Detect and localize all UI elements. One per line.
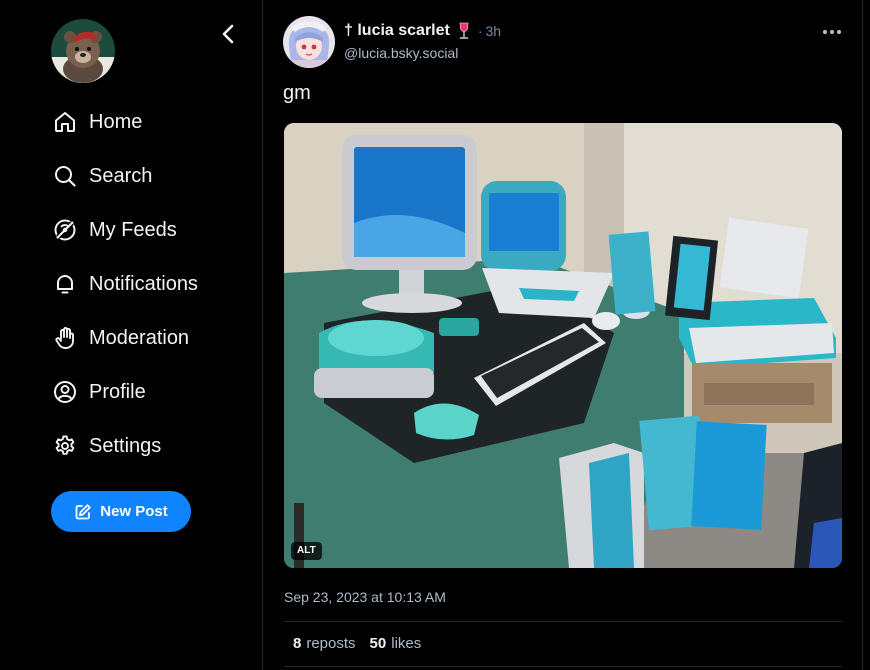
- author-handle[interactable]: @lucia.bsky.social: [344, 45, 458, 61]
- reposts-count: 8: [293, 635, 302, 652]
- nav-label-home: Home: [89, 110, 143, 133]
- author-avatar[interactable]: [283, 16, 335, 68]
- more-dots-icon: [822, 29, 842, 35]
- author-display-name[interactable]: † lucia scarlet: [344, 22, 450, 40]
- chevron-left-icon: [222, 24, 234, 44]
- current-user-avatar[interactable]: [51, 19, 115, 83]
- nav-item-my-feeds[interactable]: My Feeds: [51, 203, 198, 257]
- feed-right-border: [862, 0, 863, 670]
- nav-label-search: Search: [89, 164, 153, 187]
- bell-icon: [51, 270, 79, 298]
- alt-text-badge[interactable]: ALT: [291, 542, 322, 560]
- wine-glass-icon: [456, 22, 472, 40]
- nav-label-settings: Settings: [89, 434, 162, 457]
- post-thread-view: † lucia scarlet · 3h @lucia.bsky.social …: [263, 0, 862, 670]
- hand-icon: [51, 324, 79, 352]
- feeds-icon: [51, 216, 79, 244]
- author-line: † lucia scarlet · 3h: [344, 22, 501, 40]
- reposts-count-link[interactable]: 8 reposts: [293, 635, 356, 652]
- nav-label-notifications: Notifications: [89, 272, 198, 295]
- post-timestamp: Sep 23, 2023 at 10:13 AM: [284, 589, 446, 605]
- stats-bottom-divider: [284, 666, 842, 667]
- home-icon: [51, 108, 79, 136]
- new-post-label: New Post: [100, 503, 168, 520]
- meta-separator: ·: [477, 23, 483, 39]
- nav-item-notifications[interactable]: Notifications: [51, 257, 198, 311]
- post-relative-time[interactable]: 3h: [486, 23, 502, 39]
- likes-count: 50: [369, 635, 387, 652]
- collapse-sidebar-button[interactable]: [216, 22, 240, 46]
- left-sidebar: Home Search My Feeds Notifications Moder…: [0, 0, 262, 670]
- nav-item-moderation[interactable]: Moderation: [51, 311, 198, 365]
- user-icon: [51, 378, 79, 406]
- nav-item-profile[interactable]: Profile: [51, 365, 198, 419]
- stats-divider: [284, 621, 842, 622]
- main-nav: Home Search My Feeds Notifications Moder…: [51, 95, 198, 473]
- search-icon: [51, 162, 79, 190]
- nav-item-search[interactable]: Search: [51, 149, 198, 203]
- compose-icon: [74, 503, 92, 521]
- nav-label-profile: Profile: [89, 380, 146, 403]
- post-text: gm: [283, 82, 311, 104]
- gear-icon: [51, 432, 79, 460]
- nav-label-moderation: Moderation: [89, 326, 190, 349]
- engagement-stats: 8 reposts 50 likes: [293, 635, 435, 652]
- nav-label-my-feeds: My Feeds: [89, 218, 177, 241]
- nav-item-home[interactable]: Home: [51, 95, 198, 149]
- post-image[interactable]: ALT: [284, 123, 842, 568]
- likes-label: likes: [391, 635, 422, 652]
- reposts-label: reposts: [306, 635, 356, 652]
- post-options-button[interactable]: [821, 22, 843, 42]
- nav-item-settings[interactable]: Settings: [51, 419, 198, 473]
- new-post-button[interactable]: New Post: [51, 491, 191, 532]
- likes-count-link[interactable]: 50 likes: [370, 635, 422, 652]
